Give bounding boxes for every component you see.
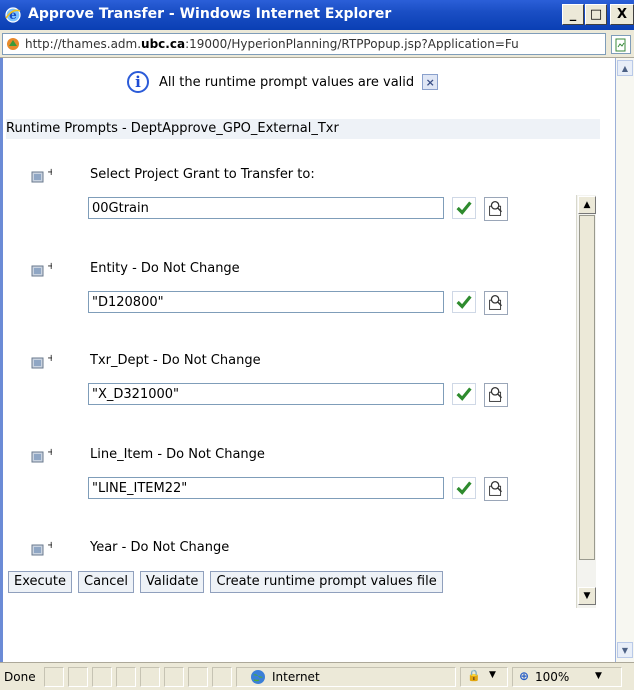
cancel-button[interactable]: Cancel [78, 571, 135, 593]
prompt-label: Txr_Dept - Do Not Change [90, 353, 261, 368]
zone-text: Internet [272, 670, 320, 684]
status-panel [44, 667, 64, 687]
lock-icon: 🔒 [467, 669, 481, 682]
protected-mode-panel[interactable]: 🔒 ▼ [460, 667, 508, 687]
prompt-input[interactable] [88, 197, 444, 219]
maximize-button[interactable]: □ [585, 4, 607, 25]
prompt-row: + Select Project Grant to Transfer to: [6, 167, 566, 247]
scroll-down-button[interactable]: ▼ [578, 587, 596, 605]
check-icon[interactable] [452, 197, 476, 219]
page-compat-icon [615, 38, 626, 51]
page-icon [7, 38, 19, 50]
section-header: Runtime Prompts - DeptApprove_GPO_Extern… [6, 119, 600, 139]
prompt-row: + Year - Do Not Change [6, 540, 566, 564]
status-panel [140, 667, 160, 687]
page-content: i All the runtime prompt values are vali… [0, 58, 616, 662]
svg-text:+: + [47, 353, 52, 364]
member-lookup-icon[interactable] [484, 291, 508, 315]
maximize-icon: □ [589, 7, 603, 22]
chevron-down-icon: ▼ [489, 670, 496, 680]
zoom-panel[interactable]: ⊕ 100% ▼ [512, 667, 622, 687]
runtime-prompts-panel: + Select Project Grant to Transfer to: +… [6, 139, 600, 624]
validation-text: All the runtime prompt values are valid [159, 74, 415, 90]
scroll-up-button[interactable]: ▲ [578, 196, 596, 214]
member-select-icon: + [31, 353, 52, 369]
execute-button[interactable]: Execute [8, 571, 72, 593]
prompt-input[interactable] [88, 477, 444, 499]
prompt-input[interactable] [88, 383, 444, 405]
status-panel [164, 667, 184, 687]
action-buttons: Execute Cancel Validate Create runtime p… [8, 571, 443, 593]
window-title: Approve Transfer - Windows Internet Expl… [28, 6, 392, 22]
status-panel [116, 667, 136, 687]
member-lookup-icon[interactable] [484, 477, 508, 501]
prompt-label: Line_Item - Do Not Change [90, 447, 265, 462]
info-icon: i [127, 71, 149, 93]
dismiss-message-button[interactable]: × [422, 74, 439, 90]
close-icon: X [616, 7, 628, 22]
check-icon[interactable] [452, 383, 476, 405]
window-titlebar: e Approve Transfer - Windows Internet Ex… [0, 0, 634, 30]
status-panel [92, 667, 112, 687]
member-select-icon: + [31, 261, 52, 277]
globe-icon [251, 670, 265, 684]
prompt-label: Year - Do Not Change [90, 540, 230, 555]
compatibility-button[interactable] [611, 35, 631, 54]
status-text: Done [4, 670, 36, 684]
status-bar: Done Internet 🔒 ▼ ⊕ 100% ▼ [0, 662, 634, 690]
prompt-row: + Line_Item - Do Not Change [6, 447, 566, 527]
prompts-scrollbar[interactable]: ▲ ▼ [576, 195, 596, 608]
window-scroll-down[interactable]: ▼ [617, 642, 633, 658]
ie-logo-icon: e [5, 7, 21, 23]
validation-message: i All the runtime prompt values are vali… [127, 68, 439, 96]
check-icon[interactable] [452, 477, 476, 499]
close-icon: × [425, 75, 435, 89]
check-icon[interactable] [452, 291, 476, 313]
zoom-level: 100% [535, 670, 570, 684]
svg-text:+: + [47, 167, 52, 178]
member-select-icon: + [31, 167, 52, 183]
status-panel [188, 667, 208, 687]
zone-panel [236, 667, 456, 687]
zoom-icon: ⊕ [519, 669, 530, 683]
url-prefix: http://thames.adm. [25, 37, 142, 51]
create-values-file-button[interactable]: Create runtime prompt values file [210, 571, 443, 593]
prompt-input[interactable] [88, 291, 444, 313]
close-window-button[interactable]: X [610, 4, 634, 25]
status-panel [212, 667, 232, 687]
prompt-label: Select Project Grant to Transfer to: [90, 167, 315, 182]
address-bar: http://thames.adm.ubc.ca:19000/HyperionP… [0, 30, 634, 58]
url-domain: ubc.ca [141, 37, 186, 51]
svg-text:+: + [47, 261, 52, 272]
status-panel [68, 667, 88, 687]
minimize-button[interactable]: _ [562, 4, 584, 25]
prompt-row: + Entity - Do Not Change [6, 261, 566, 341]
member-lookup-icon[interactable] [484, 197, 508, 221]
url-suffix: :19000/HyperionPlanning/RTPPopup.jsp?App… [185, 37, 519, 51]
member-lookup-icon[interactable] [484, 383, 508, 407]
scroll-thumb[interactable] [579, 215, 595, 560]
prompt-row: + Txr_Dept - Do Not Change [6, 353, 566, 433]
svg-text:+: + [47, 447, 52, 458]
window-scroll-up[interactable]: ▲ [617, 60, 633, 76]
minimize-icon: _ [569, 7, 577, 22]
svg-text:+: + [47, 540, 52, 551]
member-select-icon: + [31, 540, 52, 556]
url-field[interactable]: http://thames.adm.ubc.ca:19000/HyperionP… [2, 33, 606, 55]
validate-button[interactable]: Validate [140, 571, 205, 593]
member-select-icon: + [31, 447, 52, 463]
prompt-label: Entity - Do Not Change [90, 261, 240, 276]
chevron-down-icon: ▼ [595, 671, 602, 681]
window-scrollbar[interactable]: ▲ ▼ [616, 58, 634, 662]
